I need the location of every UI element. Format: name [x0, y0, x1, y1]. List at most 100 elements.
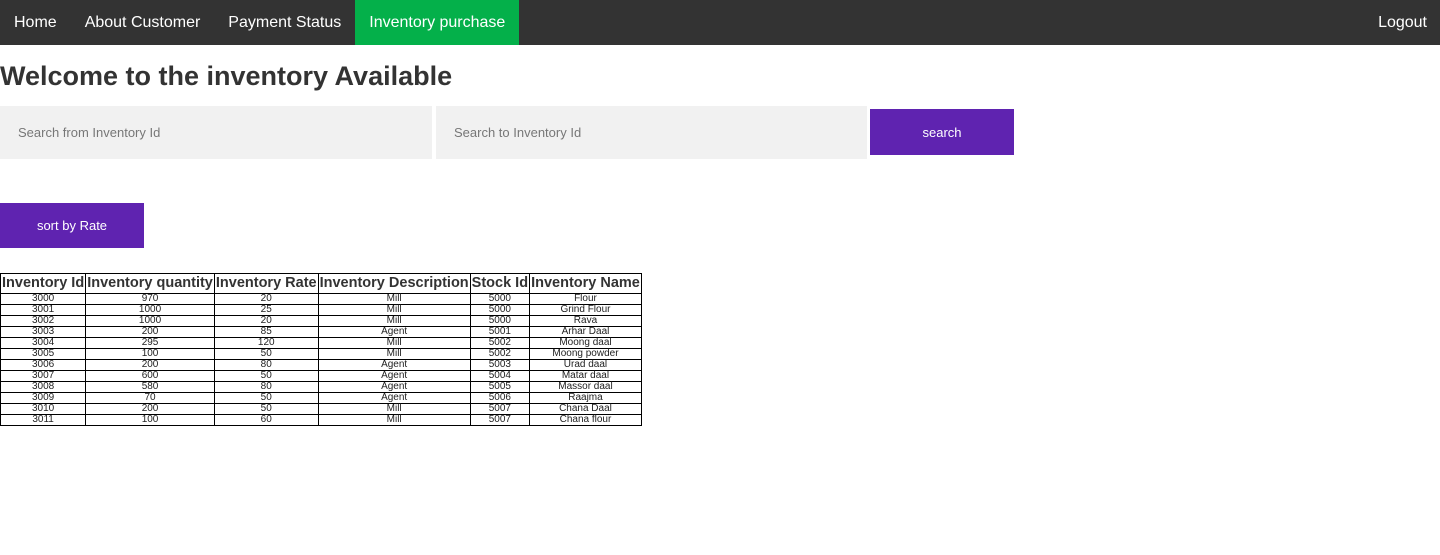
table-row: 3002 1000 20 Mill 5000 Rava: [0, 315, 642, 327]
cell-inventory-rate: 50: [213, 403, 319, 415]
inventory-table-body: 3000 970 20 Mill 5000 Flour 3001 1000 25 Mill 5000…: [0, 293, 642, 426]
cell-stock-id: 5002: [469, 348, 531, 360]
cell-inventory-id: 3002: [0, 315, 87, 327]
cell-inventory-description: Mill: [317, 337, 471, 349]
table-row: 3000 970 20 Mill 5000 Flour: [0, 293, 642, 305]
sort-by-rate-button[interactable]: sort by Rate: [0, 203, 144, 248]
cell-inventory-id: 3000: [0, 293, 87, 305]
cell-inventory-description: Mill: [317, 304, 471, 316]
column-header-inventory-id: Inventory Id: [0, 273, 87, 294]
table-row: 3006 200 80 Agent 5003 Urad daal: [0, 359, 642, 371]
cell-inventory-description: Mill: [317, 414, 471, 426]
top-navigation-bar: Home About Customer Payment Status Inven…: [0, 0, 1440, 45]
cell-inventory-id: 3003: [0, 326, 87, 338]
page-title: Welcome to the inventory Available: [0, 61, 453, 91]
cell-inventory-quantity: 580: [85, 381, 215, 393]
nav-item-inventory-purchase[interactable]: Inventory purchase: [355, 0, 520, 45]
table-row: 3007 600 50 Agent 5004 Matar daal: [0, 370, 642, 382]
cell-inventory-rate: 25: [213, 304, 319, 316]
cell-inventory-name: Arhar Daal: [529, 326, 642, 338]
cell-stock-id: 5004: [469, 370, 531, 382]
table-row: 3005 100 50 Mill 5002 Moong powder: [0, 348, 642, 360]
cell-stock-id: 5002: [469, 337, 531, 349]
cell-stock-id: 5001: [469, 326, 531, 338]
table-row: 3010 200 50 Mill 5007 Chana Daal: [0, 403, 642, 415]
cell-stock-id: 5005: [469, 381, 531, 393]
cell-inventory-name: Flour: [529, 293, 642, 305]
table-row: 3008 580 80 Agent 5005 Massor daal: [0, 381, 642, 393]
column-header-stock-id: Stock Id: [469, 273, 531, 294]
cell-inventory-quantity: 970: [85, 293, 215, 305]
cell-stock-id: 5003: [469, 359, 531, 371]
table-row: 3003 200 85 Agent 5001 Arhar Daal: [0, 326, 642, 338]
cell-inventory-id: 3008: [0, 381, 87, 393]
column-header-inventory-quantity: Inventory quantity: [85, 273, 215, 294]
cell-inventory-description: Agent: [317, 392, 471, 404]
nav-item-about-customer[interactable]: About Customer: [71, 0, 215, 45]
cell-stock-id: 5000: [469, 304, 531, 316]
search-button[interactable]: search: [870, 109, 1014, 155]
cell-inventory-quantity: 1000: [85, 315, 215, 327]
cell-inventory-description: Mill: [317, 403, 471, 415]
column-header-inventory-description: Inventory Description: [317, 273, 471, 294]
cell-inventory-rate: 85: [213, 326, 319, 338]
table-row: 3011 100 60 Mill 5007 Chana flour: [0, 414, 642, 426]
cell-inventory-description: Mill: [317, 348, 471, 360]
cell-inventory-id: 3006: [0, 359, 87, 371]
cell-inventory-name: Moong daal: [529, 337, 642, 349]
cell-inventory-description: Agent: [317, 326, 471, 338]
cell-inventory-rate: 20: [213, 293, 319, 305]
cell-inventory-quantity: 200: [85, 359, 215, 371]
table-row: 3009 70 50 Agent 5006 Raajma: [0, 392, 642, 404]
cell-inventory-rate: 80: [213, 359, 319, 371]
cell-inventory-name: Chana flour: [529, 414, 642, 426]
table-row: 3001 1000 25 Mill 5000 Grind Flour: [0, 304, 642, 316]
cell-inventory-name: Raajma: [529, 392, 642, 404]
cell-stock-id: 5007: [469, 414, 531, 426]
cell-inventory-id: 3009: [0, 392, 87, 404]
cell-inventory-rate: 50: [213, 392, 319, 404]
cell-stock-id: 5000: [469, 293, 531, 305]
cell-inventory-name: Massor daal: [529, 381, 642, 393]
cell-inventory-quantity: 600: [85, 370, 215, 382]
cell-inventory-rate: 20: [213, 315, 319, 327]
cell-inventory-id: 3011: [0, 414, 87, 426]
cell-inventory-quantity: 1000: [85, 304, 215, 316]
cell-inventory-id: 3005: [0, 348, 87, 360]
cell-inventory-name: Chana Daal: [529, 403, 642, 415]
cell-inventory-description: Agent: [317, 359, 471, 371]
cell-inventory-rate: 80: [213, 381, 319, 393]
table-header-row: Inventory Id Inventory quantity Inventor…: [0, 273, 642, 294]
cell-inventory-name: Grind Flour: [529, 304, 642, 316]
inventory-table: Inventory Id Inventory quantity Inventor…: [0, 273, 642, 426]
logout-link[interactable]: Logout: [1364, 0, 1440, 45]
cell-inventory-description: Agent: [317, 381, 471, 393]
cell-inventory-description: Agent: [317, 370, 471, 382]
cell-inventory-quantity: 200: [85, 403, 215, 415]
search-form: search: [0, 106, 1014, 159]
cell-stock-id: 5000: [469, 315, 531, 327]
cell-inventory-quantity: 100: [85, 414, 215, 426]
cell-inventory-id: 3001: [0, 304, 87, 316]
table-row: 3004 295 120 Mill 5002 Moong daal: [0, 337, 642, 349]
cell-inventory-quantity: 100: [85, 348, 215, 360]
cell-inventory-quantity: 70: [85, 392, 215, 404]
cell-inventory-name: Matar daal: [529, 370, 642, 382]
cell-inventory-rate: 120: [213, 337, 319, 349]
column-header-inventory-name: Inventory Name: [529, 273, 642, 294]
cell-inventory-quantity: 200: [85, 326, 215, 338]
search-from-input[interactable]: [0, 106, 432, 159]
cell-inventory-name: Rava: [529, 315, 642, 327]
column-header-inventory-rate: Inventory Rate: [213, 273, 319, 294]
nav-item-home[interactable]: Home: [0, 0, 71, 45]
search-to-input[interactable]: [436, 106, 867, 159]
nav-item-payment-status[interactable]: Payment Status: [214, 0, 355, 45]
cell-inventory-id: 3004: [0, 337, 87, 349]
cell-inventory-rate: 60: [213, 414, 319, 426]
cell-inventory-quantity: 295: [85, 337, 215, 349]
cell-inventory-id: 3010: [0, 403, 87, 415]
cell-inventory-name: Urad daal: [529, 359, 642, 371]
cell-inventory-rate: 50: [213, 370, 319, 382]
cell-inventory-description: Mill: [317, 315, 471, 327]
